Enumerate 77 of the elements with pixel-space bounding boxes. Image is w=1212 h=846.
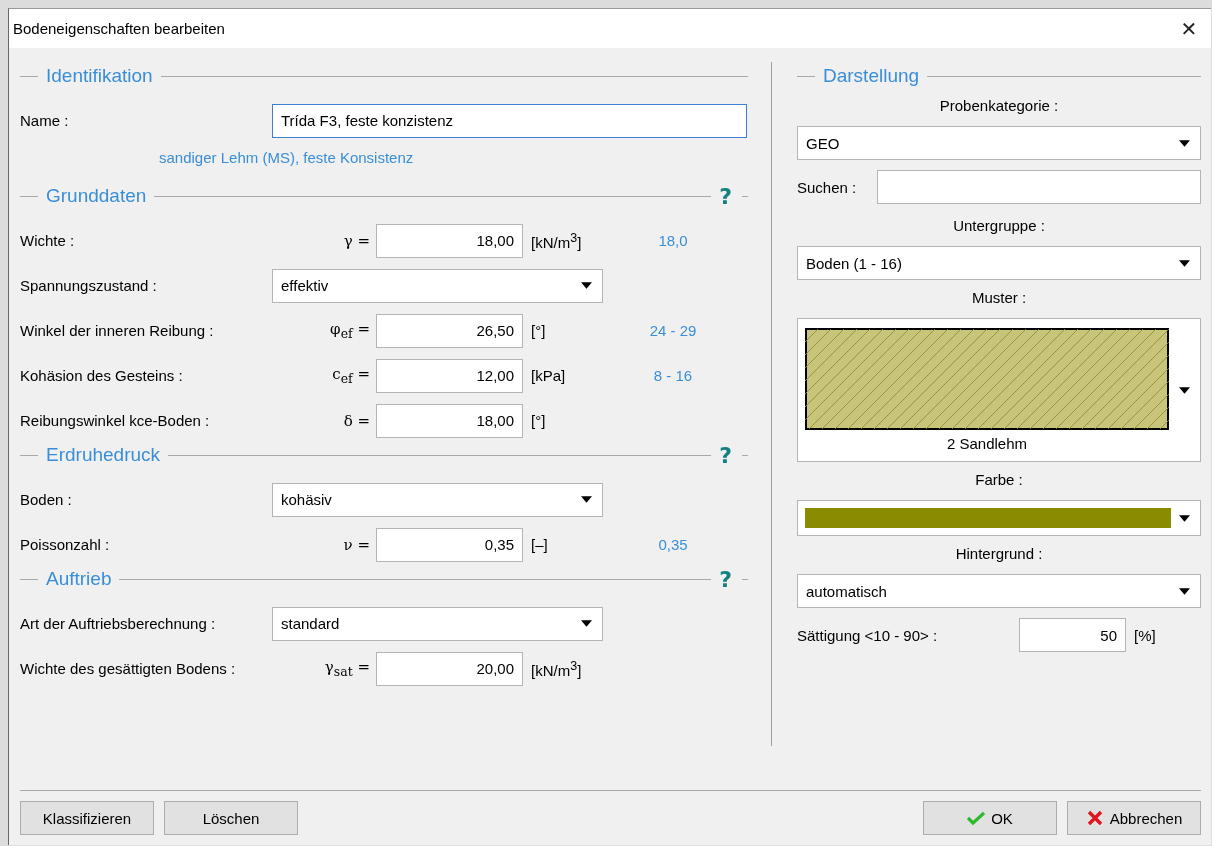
ok-button[interactable]: OK <box>923 801 1057 835</box>
unit-label: [kN/m$^{3}$] <box>531 658 583 679</box>
symbol-label: γ = <box>342 231 370 250</box>
section-title: Erdruhedruck <box>46 444 161 466</box>
dropdown[interactable]: Boden (1 - 16) <box>797 246 1201 280</box>
caret-icon <box>1179 386 1190 394</box>
field-label: Winkel der inneren Reibung : <box>20 322 215 339</box>
unit-label: [kN/m$^{3}$] <box>531 230 583 251</box>
input-field[interactable]: Trída F3, feste konzistenz <box>272 103 747 138</box>
field-label: Sättigung <10 - 90> : <box>797 626 939 644</box>
field-label: Reibungswinkel kce-Boden : <box>20 412 211 429</box>
search-field[interactable] <box>877 170 1201 204</box>
caret-icon <box>581 620 592 627</box>
help-icon[interactable]: ? <box>719 183 732 209</box>
recommended-value: 24 - 29 <box>648 322 698 339</box>
recommended-value: 0,35 <box>657 536 689 553</box>
field-label: Suchen : <box>797 178 858 196</box>
dropdown[interactable]: automatisch <box>797 574 1201 608</box>
input-field[interactable]: 26,50 <box>376 313 523 348</box>
symbol-label: ν = <box>342 535 370 554</box>
caret-icon <box>1179 259 1190 267</box>
unit-label: [kPa] <box>531 367 567 384</box>
field-label: Farbe : <box>974 470 1024 490</box>
dropdown[interactable]: effektiv <box>272 268 603 303</box>
input-field[interactable]: 12,00 <box>376 358 523 393</box>
window-title: Bodeneigenschaften bearbeiten <box>13 20 225 37</box>
field-label: Wichte des gesättigten Bodens : <box>20 660 237 677</box>
field-label: Name : <box>20 112 70 129</box>
caret-icon <box>1179 514 1190 522</box>
action-button[interactable]: Löschen <box>164 801 298 835</box>
help-icon[interactable]: ? <box>719 566 732 592</box>
field-label: Art der Auftriebsberechnung : <box>20 615 217 632</box>
recommended-value: 18,0 <box>657 232 689 249</box>
field-label: Kohäsion des Gesteins : <box>20 367 184 384</box>
unit-label: [–] <box>531 536 549 553</box>
dropdown[interactable]: kohäsiv <box>272 482 603 517</box>
field-label: Boden : <box>20 491 73 508</box>
unit-label: [%] <box>1134 626 1157 644</box>
input-field[interactable]: 50 <box>1019 618 1126 652</box>
field-label: Hintergrund : <box>954 544 1044 564</box>
cancel-button[interactable]: Abbrechen <box>1067 801 1201 835</box>
soil-description: sandiger Lehm (MS), feste Konsistenz <box>158 148 415 168</box>
pattern-dropdown[interactable]: 2 Sandlehm <box>797 318 1201 462</box>
caret-icon <box>581 282 592 289</box>
input-field[interactable]: 18,00 <box>376 223 523 258</box>
field-label: Poissonzahl : <box>20 536 111 553</box>
field-label: Untergruppe : <box>952 216 1046 236</box>
field-label: Wichte : <box>20 232 76 249</box>
field-label: Muster : <box>970 288 1028 308</box>
close-button[interactable]: ✕ <box>1169 9 1209 48</box>
symbol-label: δ = <box>342 411 370 430</box>
symbol-label: c$_{ef}$ = <box>331 365 370 386</box>
caret-icon <box>1179 139 1190 147</box>
input-field[interactable]: 18,00 <box>376 403 523 438</box>
unit-label: [°] <box>531 322 547 339</box>
section-title: Darstellung <box>823 65 920 87</box>
field-label: Probenkategorie : <box>938 96 1060 116</box>
check-icon <box>967 810 986 826</box>
cross-icon <box>1085 810 1104 826</box>
action-button[interactable]: Klassifizieren <box>20 801 154 835</box>
symbol-label: γ$_{sat}$ = <box>323 658 370 679</box>
section-title: Auftrieb <box>46 568 112 590</box>
recommended-value: 8 - 16 <box>652 367 694 384</box>
caret-icon <box>581 496 592 503</box>
unit-label: [°] <box>531 412 547 429</box>
section-title: Grunddaten <box>46 185 147 207</box>
input-field[interactable]: 0,35 <box>376 527 523 562</box>
input-field[interactable]: 20,00 <box>376 651 523 686</box>
field-label: Spannungszustand : <box>20 277 158 294</box>
dropdown[interactable]: standard <box>272 606 603 641</box>
help-icon[interactable]: ? <box>719 442 732 468</box>
dropdown[interactable]: GEO <box>797 126 1201 160</box>
symbol-label: φ$_{ef}$ = <box>329 320 370 341</box>
section-title: Identifikation <box>46 65 153 87</box>
color-dropdown[interactable] <box>797 500 1201 536</box>
caret-icon <box>1179 587 1190 595</box>
pattern-name: 2 Sandlehm <box>946 434 1028 454</box>
